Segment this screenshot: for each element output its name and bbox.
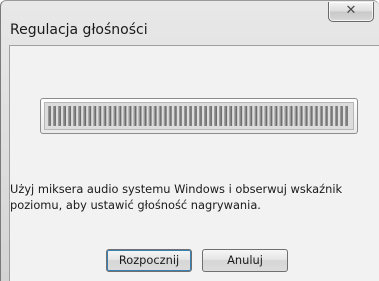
level-meter-segment-highlight	[118, 106, 120, 126]
level-meter-segment-highlight	[319, 106, 322, 126]
level-meter-segment-highlight	[78, 106, 80, 126]
level-meter-segment-highlight	[274, 106, 276, 126]
level-meter-segment-highlight	[53, 106, 55, 126]
level-meter-segment-highlight	[224, 106, 226, 126]
level-meter-segment-highlight	[345, 106, 347, 126]
level-meter-segment-highlight	[143, 106, 146, 126]
level-meter-segment-highlight	[204, 106, 206, 126]
level-meter-segment-highlight	[214, 106, 216, 126]
level-meter-segment-highlight	[133, 106, 135, 126]
level-meter-segment-highlight	[113, 106, 115, 126]
level-meter-segment-highlight	[234, 106, 236, 126]
level-meter-segment-highlight	[294, 106, 297, 126]
level-meter-segment-highlight	[249, 106, 251, 126]
level-meter-segment-highlight	[279, 106, 281, 126]
instruction-text: Użyj miksera audio systemu Windows i obs…	[10, 182, 343, 212]
window-title: Regulacja głośności	[10, 22, 148, 38]
level-meter-segment-highlight	[103, 106, 105, 126]
close-button[interactable]: ✕	[328, 2, 374, 22]
level-meter-segment-highlight	[299, 106, 302, 126]
level-meter-segment-highlight	[163, 106, 166, 126]
level-meter-segment-highlight	[158, 106, 161, 126]
level-meter-segment-highlight	[324, 106, 327, 126]
level-meter-segment-highlight	[264, 106, 266, 126]
level-meter-segment-highlight	[128, 106, 130, 126]
level-meter-segment-highlight	[73, 106, 75, 126]
level-meter-segment-highlight	[269, 106, 271, 126]
level-meter-segment-highlight	[88, 106, 90, 126]
level-meter-segment-highlight	[244, 106, 246, 126]
level-meter-segment-highlight	[189, 106, 191, 126]
level-meter-segment-highlight	[229, 106, 231, 126]
level-meter-segment-highlight	[184, 106, 186, 126]
level-meter-segment-highlight	[194, 106, 196, 126]
level-meter-segment-highlight	[254, 106, 256, 126]
level-meter-segment-highlight	[284, 106, 286, 126]
level-meter-segment-highlight	[138, 106, 140, 126]
level-meter-segment-highlight	[83, 106, 85, 126]
level-meter-segment-highlight	[199, 106, 201, 126]
level-meter-segment-highlight	[68, 106, 70, 126]
dialog-content: Użyj miksera audio systemu Windows i obs…	[9, 45, 379, 281]
level-meter-segment-highlight	[98, 106, 100, 126]
level-meter-segment-highlight	[173, 106, 176, 126]
level-meter-segment-highlight	[219, 106, 221, 126]
level-meter-segment-highlight	[340, 106, 342, 126]
level-meter-segment-highlight	[239, 106, 241, 126]
level-meter-segment-highlight	[48, 106, 50, 126]
level-meter-segment-highlight	[209, 106, 211, 126]
level-meter-segment-highlight	[108, 106, 110, 126]
level-meter-segment-highlight	[259, 106, 261, 126]
start-button[interactable]: Rozpocznij	[106, 249, 192, 272]
close-icon: ✕	[345, 3, 357, 18]
level-meter-segment-highlight	[289, 106, 291, 126]
level-meter-segment-highlight	[168, 106, 171, 126]
level-meter-segment-highlight	[58, 106, 60, 126]
level-meter-segment-highlight	[330, 106, 332, 126]
level-meter-segments	[48, 106, 348, 126]
volume-dialog: Regulacja głośności ✕ Użyj miksera audio…	[0, 0, 379, 281]
level-meter-segment-highlight	[314, 106, 317, 126]
level-meter-segment-highlight	[309, 106, 312, 126]
level-meter	[40, 98, 358, 134]
title-bar[interactable]: Regulacja głośności ✕	[1, 1, 379, 45]
level-meter-segment-highlight	[123, 106, 125, 126]
cancel-button[interactable]: Anuluj	[202, 249, 288, 272]
level-meter-segment-highlight	[63, 106, 65, 126]
level-meter-segment-highlight	[148, 106, 151, 126]
level-meter-segment-highlight	[304, 106, 307, 126]
level-meter-segment-highlight	[335, 106, 337, 126]
level-meter-segment-highlight	[93, 106, 95, 126]
level-meter-segment-highlight	[179, 106, 181, 126]
level-meter-segment-highlight	[153, 106, 156, 126]
